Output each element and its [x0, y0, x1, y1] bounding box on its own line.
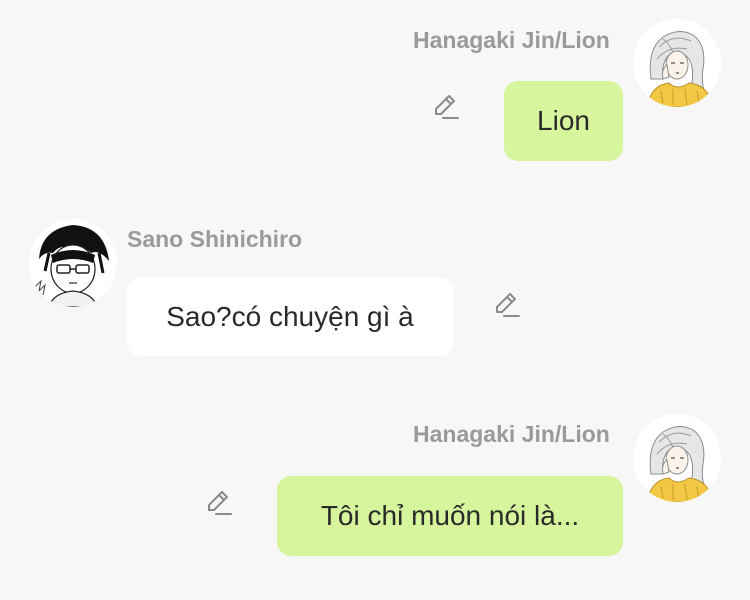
chat-thread: Hanagaki Jin/Lion Lion Sano Shinichiro S…	[0, 0, 750, 600]
sender-name: Hanagaki Jin/Lion	[413, 27, 610, 53]
girl-avatar-icon	[633, 414, 721, 502]
message-bubble[interactable]: Lion	[504, 81, 623, 161]
pencil-edit-icon[interactable]	[491, 290, 521, 320]
sender-name: Sano Shinichiro	[127, 226, 303, 252]
message-bubble[interactable]: Sao?có chuyện gì à	[127, 277, 453, 356]
sender-avatar[interactable]	[633, 414, 721, 502]
message-bubble[interactable]: Tôi chỉ muốn nói là...	[277, 476, 623, 556]
pencil-edit-icon[interactable]	[203, 488, 233, 518]
girl-avatar-icon	[633, 19, 721, 107]
sender-name: Hanagaki Jin/Lion	[413, 421, 610, 447]
sender-avatar[interactable]	[633, 19, 721, 107]
boy-avatar-icon	[29, 219, 117, 307]
sender-avatar[interactable]	[29, 219, 117, 307]
pencil-edit-icon[interactable]	[430, 92, 460, 122]
